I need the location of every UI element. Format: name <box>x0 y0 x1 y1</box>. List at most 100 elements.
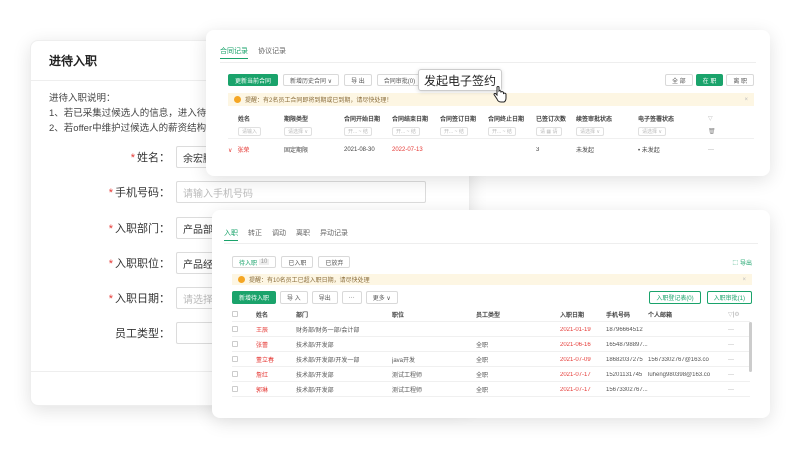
export-link[interactable]: ⬚ 导出 <box>732 258 752 267</box>
onboard-notice: 提醒：有10名员工已超入职日期，请尽快处理 × <box>232 274 752 285</box>
employee-name[interactable]: 郭琳 <box>256 385 296 394</box>
filter-active-button[interactable]: 在 职 <box>695 74 724 86</box>
more-icon[interactable]: ··· <box>728 372 748 378</box>
registration-form-button[interactable]: 入职登记表(0) <box>649 291 701 304</box>
more-icon[interactable]: ··· <box>728 342 748 348</box>
phone-input[interactable]: 请输入手机号码 <box>176 181 426 203</box>
esign-filter-select[interactable]: 请选择 ∨ <box>638 126 667 136</box>
column-header: 姓名 <box>238 116 251 123</box>
field-label: 员工类型： <box>115 328 170 340</box>
sign-date-filter[interactable]: 开... ~ 结 <box>440 126 468 136</box>
employee-name[interactable]: 董立春 <box>256 355 296 364</box>
row-checkbox[interactable] <box>232 340 238 347</box>
contract-approval-button[interactable]: 合同审批(0) <box>376 74 423 86</box>
column-header: 合同终止日期 <box>488 116 525 123</box>
row-checkbox[interactable] <box>232 370 238 377</box>
import-button[interactable]: 导 入 <box>280 291 308 304</box>
chevron-down-icon[interactable]: ∨ <box>228 148 232 154</box>
employee-name[interactable]: 张蕾 <box>256 340 296 349</box>
term-filter-select[interactable]: 请选择 ∨ <box>284 126 313 136</box>
table-row[interactable]: 张蕾 技术部/开发部 全职 2021-06-16 16548798897... … <box>232 338 750 352</box>
tab-change-records[interactable]: 异动记录 <box>320 228 348 241</box>
approval-filter-select[interactable]: 请选择 ∨ <box>576 126 605 136</box>
update-contract-button[interactable]: 更新当前合同 <box>228 74 279 86</box>
position-cell: java开发 <box>392 358 416 364</box>
filter-all-button[interactable]: 全 部 <box>664 74 693 86</box>
tab-onboard[interactable]: 入职 <box>224 228 238 241</box>
employee-name[interactable]: 詹红 <box>256 370 296 379</box>
more-dropdown-button[interactable]: 更多 ∨ <box>365 291 398 304</box>
divider <box>224 243 758 244</box>
subtab-pending[interactable]: 待入职 10 <box>232 256 277 268</box>
select-all-checkbox[interactable] <box>232 310 238 317</box>
more-icon[interactable]: ··· <box>728 357 748 363</box>
employee-name[interactable]: 王辰 <box>256 325 296 334</box>
table-row[interactable]: 詹红 技术部/开发部 测试工程师 全职 2021-07-17 152011317… <box>232 368 750 382</box>
onboard-tabs: 入职 转正 调动 离职 异动记录 <box>224 228 348 241</box>
position-cell: 测试工程师 <box>392 388 423 394</box>
esign-cell: • 未发起 <box>638 148 660 154</box>
contract-records-card: 合同记录 协议记录 更新当前合同 新增历史合同 ∨ 导 出 合同审批(0) 全 … <box>206 30 770 176</box>
notice-text: 提醒：有10名员工已超入职日期，请尽快处理 <box>249 278 370 284</box>
notice-text: 提醒：有2名员工合同即将到期或已到期，请尽快处理！ <box>245 98 393 104</box>
end-date-filter[interactable]: 开... ~ 结 <box>392 126 420 136</box>
column-header: 期限类型 <box>284 116 309 123</box>
term-cell: 固定期限 <box>284 148 309 154</box>
close-icon[interactable]: × <box>742 277 746 283</box>
add-history-contract-button[interactable]: 新增历史合同 ∨ <box>283 74 340 86</box>
export-button[interactable]: 导 出 <box>344 74 372 86</box>
phone-cell: 15673302767... <box>606 386 648 393</box>
table-row[interactable]: 王辰 财务部/财务一部/会计部 2021-01-19 18796664512 ·… <box>232 323 750 337</box>
count-cell: 3 <box>536 146 540 153</box>
column-settings-icon[interactable]: ▽ <box>708 115 732 122</box>
export-icon: ⬚ <box>732 260 738 266</box>
table-header: 姓名 期限类型 合同开始日期 合同结束日期 合同签订日期 合同终止日期 已签订次… <box>228 112 754 124</box>
phone-cell: 16548798897... <box>606 341 648 348</box>
onboard-toolbar: 新增待入职 导 入 导出 ··· 更多 ∨ <box>232 291 398 304</box>
table-row[interactable]: 郭琳 技术部/开发部 测试工程师 全职 2021-07-17 156733027… <box>232 383 750 397</box>
row-checkbox[interactable] <box>232 325 238 332</box>
more-icon[interactable]: ··· <box>728 387 748 393</box>
filter-left-button[interactable]: 离 职 <box>726 74 754 86</box>
email-cell: luheng980398@163.co <box>648 371 711 378</box>
subtab-abandoned[interactable]: 已放弃 <box>318 256 351 268</box>
count-filter[interactable]: 请 ▦ 请 <box>536 126 562 136</box>
more-icon[interactable]: ··· <box>728 327 748 333</box>
tab-transfer[interactable]: 调动 <box>272 228 286 241</box>
end-date-cell: 2022-07-13 <box>392 146 423 153</box>
row-checkbox[interactable] <box>232 355 238 362</box>
onboard-approval-button[interactable]: 入职审批(1) <box>706 291 752 304</box>
column-settings-icon[interactable]: ▽|⚙ <box>728 311 748 318</box>
employee-name[interactable]: 张荣 <box>237 148 249 154</box>
more-icon[interactable]: ··· <box>341 291 362 304</box>
column-header: 个人邮箱 <box>648 313 673 319</box>
add-pending-button[interactable]: 新增待入职 <box>232 291 277 304</box>
table-row[interactable]: 董立春 技术部/开发部/开发一部 java开发 全职 2021-07-09 18… <box>232 353 750 367</box>
column-header: 合同结束日期 <box>392 116 429 123</box>
table-row: ∨ 张荣 固定期限 2021-08-30 2022-07-13 3 未发起 • … <box>228 138 754 160</box>
divider <box>220 62 756 63</box>
row-checkbox[interactable] <box>232 385 238 392</box>
email-cell: 15673302767@163.co <box>648 356 709 363</box>
subtab-onboarded[interactable]: 已入职 <box>281 256 314 268</box>
more-icon[interactable]: ··· <box>708 147 732 153</box>
start-date-filter[interactable]: 开... ~ 结 <box>344 126 372 136</box>
phone-cell: 18796664512 <box>606 326 643 333</box>
count-badge: 10 <box>258 259 270 265</box>
name-filter-input[interactable]: 请输入 <box>238 126 262 136</box>
tab-resign[interactable]: 离职 <box>296 228 310 241</box>
tab-regularize[interactable]: 转正 <box>248 228 262 241</box>
field-phone-row: * 手机号码： 请输入手机号码 <box>31 181 426 203</box>
hand-cursor-icon <box>493 86 507 103</box>
tab-agreement-records[interactable]: 协议记录 <box>258 46 286 59</box>
scrollbar[interactable] <box>749 322 752 372</box>
export-button[interactable]: 导出 <box>311 291 338 304</box>
department-cell: 财务部/财务一部/会计部 <box>296 328 360 334</box>
contract-tabs: 合同记录 协议记录 <box>220 46 286 59</box>
field-label: 入职职位： <box>115 258 170 270</box>
terminate-date-filter[interactable]: 开... ~ 结 <box>488 126 516 136</box>
close-icon[interactable]: × <box>744 97 748 103</box>
delete-icon[interactable]: 🗑 <box>708 128 732 135</box>
tab-contract-records[interactable]: 合同记录 <box>220 46 248 59</box>
onboarding-list-card: 入职 转正 调动 离职 异动记录 待入职 10 已入职 已放弃 ⬚ 导出 提醒：有… <box>212 210 770 418</box>
